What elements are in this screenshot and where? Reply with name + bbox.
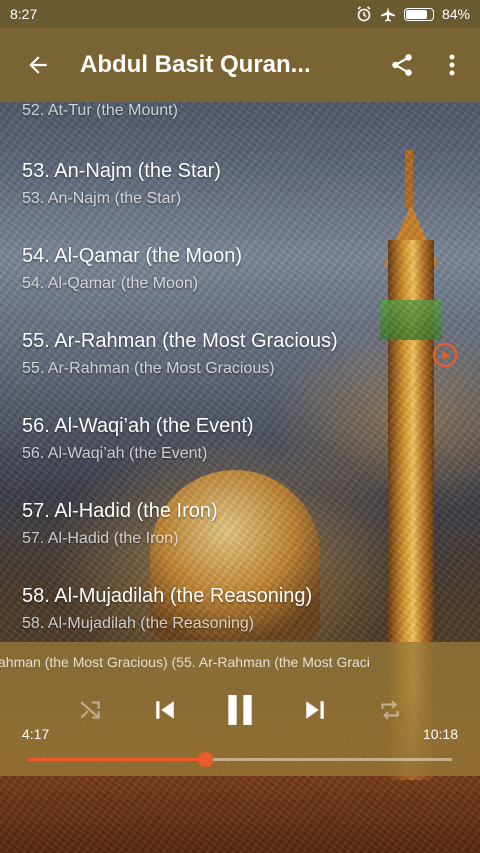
- battery-percent: 84%: [441, 6, 470, 22]
- battery-icon: [403, 7, 434, 21]
- arrow-left-icon: [29, 56, 47, 74]
- skip-previous-icon: [156, 701, 174, 719]
- list-item[interactable]: 56. Al-Waqi’ah (the Event) 56. Al-Waqi’a…: [0, 397, 480, 482]
- elapsed-time: 4:17: [22, 726, 50, 742]
- list-item-playing[interactable]: 55. Ar-Rahman (the Most Gracious) 55. Ar…: [0, 312, 480, 397]
- pause-icon: [228, 695, 252, 725]
- pause-button[interactable]: [218, 688, 262, 732]
- shuffle-icon: [80, 701, 100, 719]
- skip-next-icon: [306, 701, 324, 719]
- track-subtitle: 57. Al-Hadid (the Iron): [22, 530, 179, 547]
- player-controls: [0, 688, 480, 732]
- seek-bar[interactable]: [28, 752, 452, 767]
- airplane-mode-icon: [380, 7, 395, 22]
- list-item[interactable]: 54. Al-Qamar (the Moon) 54. Al-Qamar (th…: [0, 227, 480, 312]
- share-icon: [392, 54, 412, 76]
- track-title: 56. Al-Waqi’ah (the Event): [22, 415, 254, 437]
- status-icons: 84%: [356, 6, 470, 22]
- overflow-menu-button[interactable]: [430, 37, 474, 93]
- repeat-icon: [381, 700, 399, 720]
- now-playing-marquee: ahman (the Most Gracious) (55. Ar-Rahman…: [0, 654, 370, 670]
- track-subtitle: 58. Al-Mujadilah (the Reasoning): [22, 615, 255, 632]
- app-bar: Abdul Basit Quran...: [0, 28, 480, 102]
- seek-thumb[interactable]: [197, 752, 213, 767]
- now-playing-icon[interactable]: [432, 342, 458, 368]
- track-list[interactable]: 52. At-Tur (the Mount) 53. An-Najm (the …: [0, 102, 480, 642]
- track-title: 54. Al-Qamar (the Moon): [22, 245, 243, 267]
- status-bar: 8:27 84%: [0, 0, 480, 28]
- share-button[interactable]: [374, 37, 430, 93]
- status-time: 8:27: [10, 6, 38, 22]
- track-subtitle: 56. Al-Waqi’ah (the Event): [22, 445, 208, 462]
- list-item[interactable]: 58. Al-Mujadilah (the Reasoning) 58. Al-…: [0, 567, 480, 642]
- repeat-button[interactable]: [368, 688, 412, 732]
- page-title: Abdul Basit Quran...: [80, 51, 311, 78]
- list-item[interactable]: 57. Al-Hadid (the Iron) 57. Al-Hadid (th…: [0, 482, 480, 567]
- track-subtitle: 53. An-Najm (the Star): [22, 190, 182, 207]
- more-vert-icon: [449, 54, 455, 76]
- next-button[interactable]: [293, 688, 337, 732]
- track-subtitle: 55. Ar-Rahman (the Most Gracious): [22, 360, 275, 377]
- total-duration: 10:18: [422, 726, 458, 742]
- track-subtitle: 52. At-Tur (the Mount): [22, 102, 178, 119]
- back-button[interactable]: [10, 37, 66, 93]
- track-title: 58. Al-Mujadilah (the Reasoning): [22, 585, 313, 607]
- track-subtitle: 54. Al-Qamar (the Moon): [22, 275, 199, 292]
- previous-button[interactable]: [143, 688, 187, 732]
- player-panel: ahman (the Most Gracious) (55. Ar-Rahman…: [0, 642, 480, 776]
- battery-level: [405, 9, 428, 19]
- list-item[interactable]: 53. An-Najm (the Star) 53. An-Najm (the …: [0, 142, 480, 227]
- track-title: 53. An-Najm (the Star): [22, 160, 221, 182]
- list-item[interactable]: 52. At-Tur (the Mount): [0, 102, 480, 142]
- track-title: 55. Ar-Rahman (the Most Gracious): [22, 330, 338, 352]
- shuffle-button[interactable]: [68, 688, 112, 732]
- alarm-icon: [357, 6, 371, 22]
- track-title: 57. Al-Hadid (the Iron): [22, 500, 218, 522]
- seek-progress: [28, 758, 205, 761]
